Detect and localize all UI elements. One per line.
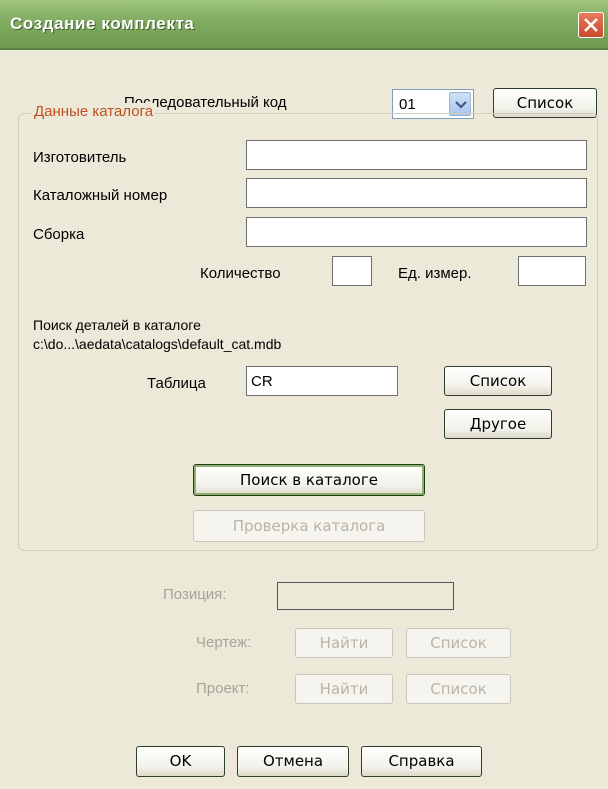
catalog-check-button[interactable]: Проверка каталога	[193, 510, 425, 542]
catalog-number-label: Каталожный номер	[33, 187, 168, 204]
table-list-button[interactable]: Список	[444, 366, 552, 396]
quantity-label: Количество	[200, 265, 281, 282]
assembly-input[interactable]	[246, 217, 587, 247]
window-title: Создание комплекта	[10, 14, 195, 33]
chevron-down-icon	[455, 101, 467, 109]
project-label: Проект:	[196, 680, 250, 697]
catalog-number-input[interactable]	[246, 178, 587, 208]
help-button[interactable]: Справка	[361, 746, 482, 777]
table-input[interactable]	[246, 366, 398, 396]
catalog-data-legend: Данные каталога	[32, 103, 156, 120]
drawing-find-button[interactable]: Найти	[295, 628, 393, 658]
manufacturer-input[interactable]	[246, 140, 587, 170]
quantity-input[interactable]	[332, 256, 372, 286]
project-list-button[interactable]: Список	[406, 674, 511, 704]
project-find-button[interactable]: Найти	[295, 674, 393, 704]
ok-button[interactable]: OK	[136, 746, 225, 777]
cancel-button[interactable]: Отмена	[237, 746, 349, 777]
assembly-label: Сборка	[33, 226, 85, 243]
sequence-code-value: 01	[399, 96, 416, 113]
close-icon	[584, 18, 598, 32]
drawing-list-button[interactable]: Список	[406, 628, 511, 658]
drawing-label: Чертеж:	[196, 634, 252, 651]
other-button[interactable]: Другое	[444, 409, 552, 439]
position-label: Позиция:	[163, 586, 227, 603]
close-button[interactable]	[578, 12, 604, 38]
dialog-window: Создание комплекта Последовательный код …	[0, 0, 608, 789]
catalog-path: c:\do...\aedata\catalogs\default_cat.mdb	[33, 336, 282, 352]
unit-label: Ед. измер.	[398, 265, 472, 282]
unit-input[interactable]	[518, 256, 586, 286]
catalog-search-heading: Поиск деталей в каталоге	[33, 317, 201, 333]
table-label: Таблица	[147, 375, 206, 392]
position-input[interactable]	[277, 582, 454, 610]
manufacturer-label: Изготовитель	[33, 149, 127, 166]
title-bar[interactable]: Создание комплекта	[0, 0, 608, 50]
catalog-search-button[interactable]: Поиск в каталоге	[193, 464, 425, 496]
